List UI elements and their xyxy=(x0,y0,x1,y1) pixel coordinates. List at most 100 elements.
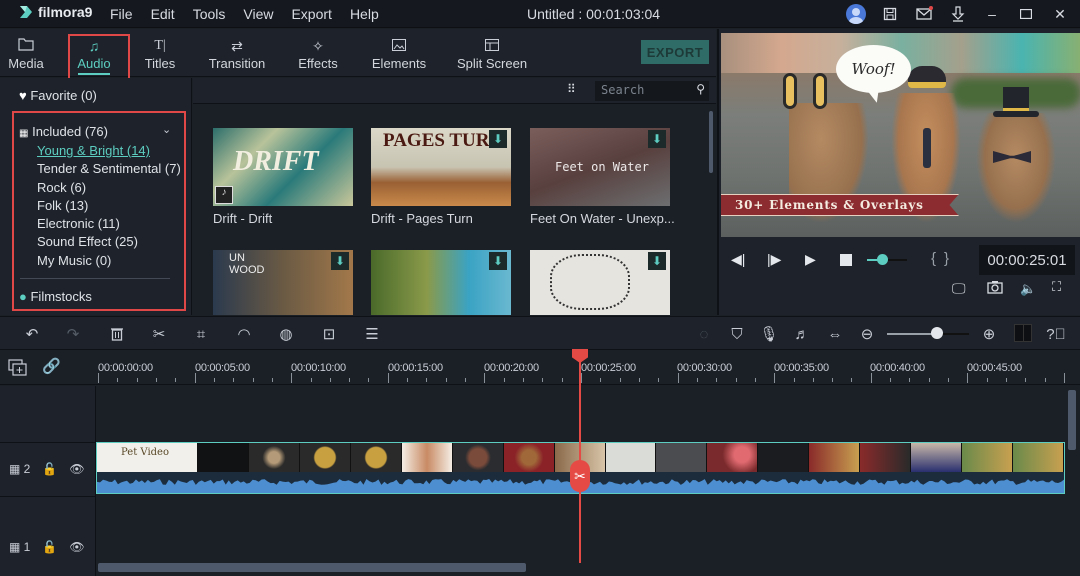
maximize-icon[interactable] xyxy=(1016,4,1036,24)
download-icon[interactable]: ⬇ xyxy=(648,130,666,148)
sidebar-favorite[interactable]: ♥ Favorite (0) xyxy=(19,88,97,103)
speed-icon[interactable]: ◠ xyxy=(234,324,254,344)
tab-elements[interactable]: Elements xyxy=(370,29,428,77)
eye-icon[interactable]: 👁 xyxy=(69,540,84,554)
ruler-label: 00:00:00:00 xyxy=(98,362,153,374)
redo-icon[interactable]: ↷ xyxy=(63,324,83,344)
tab-effects[interactable]: ✧ Effects xyxy=(294,29,342,77)
download-icon[interactable] xyxy=(948,4,968,24)
ruler-label: 00:00:45:00 xyxy=(967,362,1022,374)
search-icon[interactable]: ⚲ xyxy=(696,82,705,96)
undo-icon[interactable]: ↶ xyxy=(22,324,42,344)
ruler-tick xyxy=(832,378,834,382)
tab-media[interactable]: Media xyxy=(6,29,46,77)
ruler-tick xyxy=(638,378,640,382)
menu-help[interactable]: Help xyxy=(350,6,379,22)
ruler-tick xyxy=(310,378,312,382)
save-icon[interactable] xyxy=(880,4,900,24)
playhead[interactable] xyxy=(579,349,581,563)
eye-icon[interactable]: 👁 xyxy=(69,462,84,476)
microphone-icon[interactable]: 🎙 xyxy=(759,324,779,344)
ruler-label: 00:00:25:00 xyxy=(581,362,636,374)
thumb-art-text: DRIFT xyxy=(233,146,319,177)
export-button[interactable]: EXPORT xyxy=(641,40,709,64)
render-icon[interactable]: ◌ xyxy=(694,324,714,344)
fullscreen-icon[interactable]: ⛶ xyxy=(1052,279,1061,295)
ruler-label: 00:00:40:00 xyxy=(870,362,925,374)
help-icon[interactable]: ?⃝ xyxy=(1046,324,1066,344)
audio-thumb-feet-on-water[interactable]: Feet on Water ⬇ xyxy=(530,128,670,206)
audio-thumb-sketch[interactable]: ⬇ xyxy=(530,250,670,315)
audio-thumb-un-wood[interactable]: UN WOOD ⬇ xyxy=(213,250,353,315)
menu-tools[interactable]: Tools xyxy=(193,6,226,22)
menu-export[interactable]: Export xyxy=(291,6,331,22)
timeline-zoom-handle[interactable] xyxy=(931,327,943,339)
tab-transition[interactable]: ⇄ Transition xyxy=(206,29,268,77)
menu-view[interactable]: View xyxy=(243,6,273,22)
adjust-icon[interactable]: ☰ xyxy=(362,324,382,344)
clip-frame: Pet Video xyxy=(97,443,198,472)
project-title: Untitled : 00:01:03:04 xyxy=(527,6,661,22)
zoom-in-icon[interactable]: ⊕ xyxy=(979,324,999,344)
clip-frame xyxy=(299,443,351,472)
menu-edit[interactable]: Edit xyxy=(151,6,175,22)
grid-view-icon[interactable]: ⠿ xyxy=(567,82,576,96)
clip-title: Pet Video xyxy=(121,447,169,458)
download-icon[interactable]: ⬇ xyxy=(489,252,507,270)
ruler-tick xyxy=(677,373,679,383)
library-scrollbar[interactable] xyxy=(709,111,713,173)
display-settings-icon[interactable]: 🖵 xyxy=(952,280,966,297)
delete-icon[interactable] xyxy=(107,324,127,344)
timeline-horizontal-scrollbar[interactable] xyxy=(98,563,526,572)
minimize-icon[interactable]: – xyxy=(982,4,1002,24)
bowler-hat xyxy=(908,66,946,88)
ruler-tick xyxy=(542,378,544,382)
zoom-out-icon[interactable]: ⊖ xyxy=(857,324,877,344)
add-track-icon[interactable] xyxy=(8,359,28,377)
next-frame-button[interactable]: |▶ xyxy=(767,251,781,268)
close-icon[interactable]: ✕ xyxy=(1050,4,1070,24)
ruler-tick xyxy=(561,378,563,382)
play-button[interactable]: ▶ xyxy=(805,251,816,268)
account-icon[interactable] xyxy=(846,4,866,24)
top-hat-brim xyxy=(993,111,1039,117)
lock-icon[interactable]: 🔓 xyxy=(42,540,57,554)
volume-slider-handle[interactable] xyxy=(877,254,888,265)
download-icon[interactable]: ⬇ xyxy=(489,130,507,148)
search-input[interactable]: Search ⚲ xyxy=(595,81,709,101)
timeline-vertical-scrollbar[interactable] xyxy=(1068,390,1076,450)
menu-file[interactable]: File xyxy=(110,6,133,22)
stop-button[interactable] xyxy=(840,254,852,266)
audio-mixer-icon[interactable]: ♬ xyxy=(792,324,812,344)
timeline-toolbar: ↶ ↷ ✂ ⌗ ◠ ◍ ⊡ ☰ ◌ ⛉ 🎙 ♬ ⇔ ⊖ ⊕ ?⃝ xyxy=(0,316,1080,350)
audio-thumb-pages-turn[interactable]: PAGES TURN ⬇ xyxy=(371,128,511,206)
audio-thumb-palm[interactable]: ⬇ xyxy=(371,250,511,315)
ruler-tick xyxy=(368,378,370,382)
image-icon xyxy=(392,36,406,56)
volume-icon[interactable]: 🔈 xyxy=(1020,281,1036,297)
ruler-tick xyxy=(465,378,467,382)
split-scissors-button[interactable]: ✂ xyxy=(570,460,590,492)
fit-icon[interactable]: ⇔ xyxy=(825,324,845,344)
color-icon[interactable]: ◍ xyxy=(276,324,296,344)
cut-icon[interactable]: ✂ xyxy=(149,324,169,344)
green-screen-icon[interactable]: ⊡ xyxy=(319,324,339,344)
tab-titles[interactable]: T| Titles xyxy=(140,29,180,77)
link-icon[interactable]: 🔗 xyxy=(42,357,61,375)
layout-icon[interactable] xyxy=(1014,324,1032,342)
preview-timecode: 00:00:25:01 xyxy=(979,245,1075,275)
audio-thumb-drift-drift[interactable]: DRIFT ♪ xyxy=(213,128,353,206)
mark-in-out-icon[interactable]: {} xyxy=(931,250,957,267)
lock-icon[interactable]: 🔓 xyxy=(42,462,57,476)
download-icon[interactable]: ⬇ xyxy=(648,252,666,270)
previous-frame-button[interactable]: ◀| xyxy=(731,251,745,268)
mail-icon[interactable] xyxy=(914,4,934,24)
snapshot-icon[interactable] xyxy=(987,280,1003,297)
marker-icon[interactable]: ⛉ xyxy=(727,324,747,344)
ruler-tick xyxy=(194,373,196,383)
crop-icon[interactable]: ⌗ xyxy=(191,324,211,344)
download-icon[interactable]: ⬇ xyxy=(331,252,349,270)
tab-split-screen[interactable]: Split Screen xyxy=(456,29,528,77)
audio-library-grid: DRIFT ♪ Drift - Drift PAGES TURN ⬇ Drift… xyxy=(193,105,716,315)
app-name: filmora9 xyxy=(38,4,93,20)
